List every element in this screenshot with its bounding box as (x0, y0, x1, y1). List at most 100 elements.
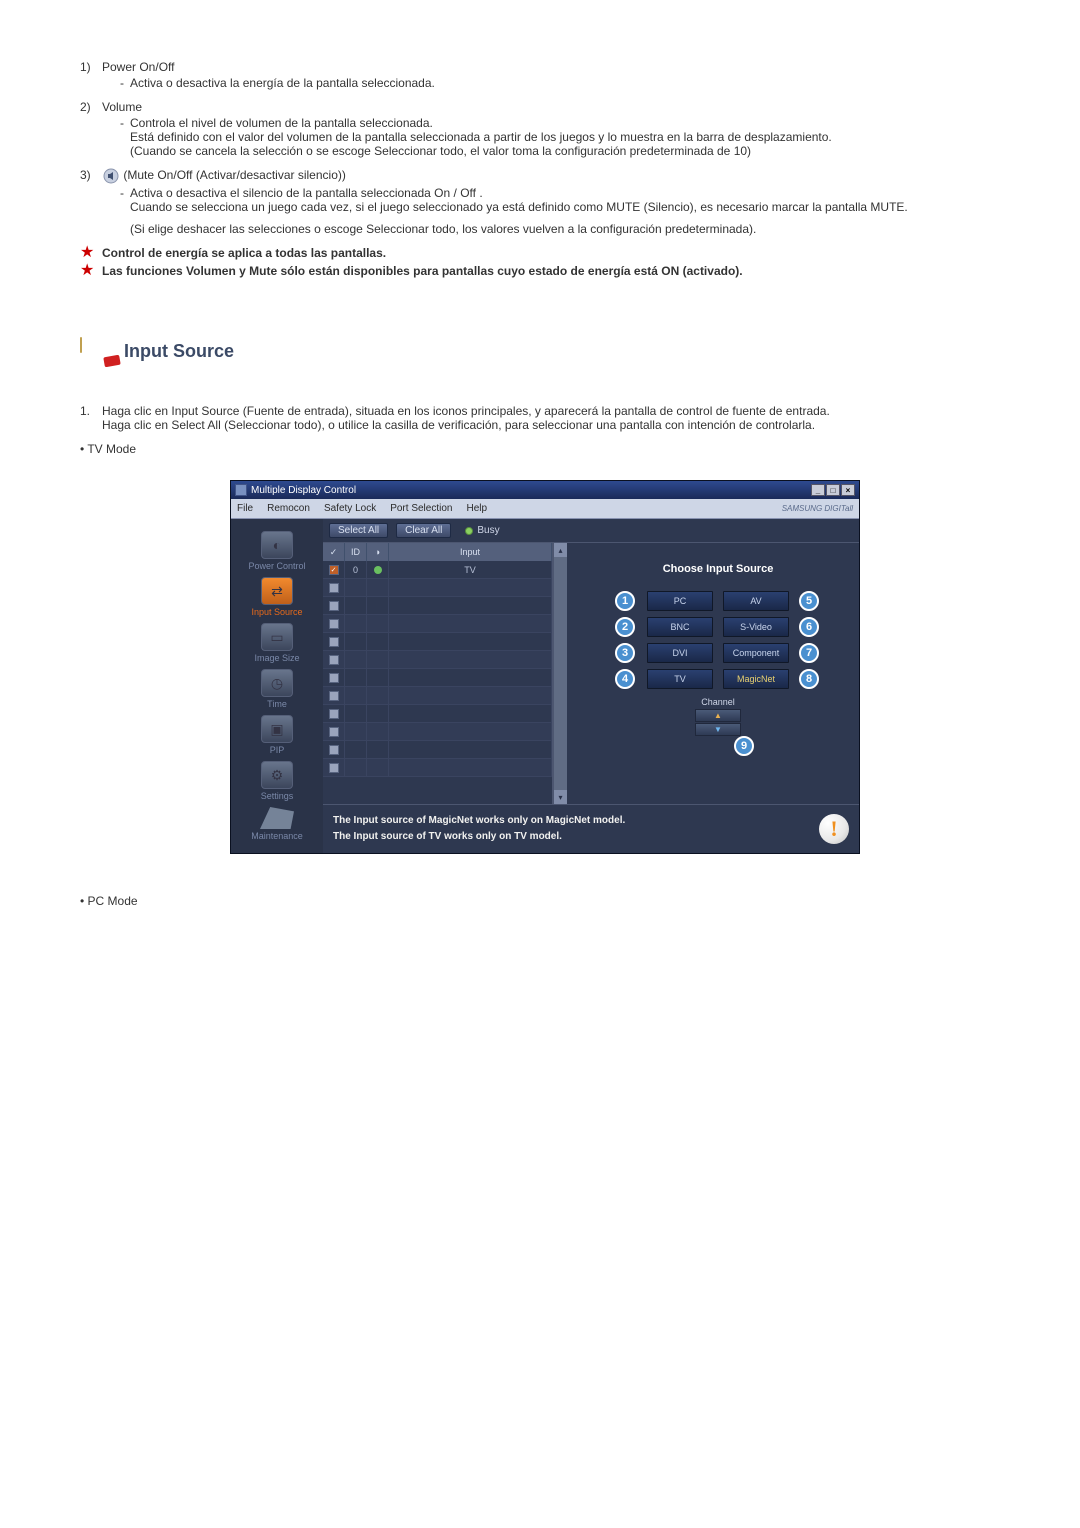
plain-1-a: Haga clic en Input Source (Fuente de ent… (102, 404, 1010, 418)
row-checkbox[interactable] (329, 691, 339, 701)
callout-2: 2 (615, 617, 635, 637)
sidebar-item-pip[interactable]: ▣PIP (231, 715, 323, 755)
item-2-line-2: Está definido con el valor del volumen d… (130, 130, 1010, 144)
sidebar-item-settings[interactable]: ⚙Settings (231, 761, 323, 801)
clear-all-button[interactable]: Clear All (396, 523, 451, 538)
callout-5: 5 (799, 591, 819, 611)
grid-row-4[interactable] (323, 633, 552, 651)
row-checkbox[interactable] (329, 601, 339, 611)
menu-safety[interactable]: Safety Lock (324, 503, 376, 514)
brand-logo: SAMSUNG DIGITall (782, 504, 853, 513)
grid-header-id: ID (345, 543, 367, 561)
input-pc-button[interactable]: PC (647, 591, 713, 611)
row-checkbox[interactable] (329, 655, 339, 665)
row-checkbox[interactable] (329, 745, 339, 755)
close-button[interactable]: × (841, 484, 855, 496)
grid-row-11[interactable] (323, 759, 552, 777)
callout-4: 4 (615, 669, 635, 689)
input-svideo-button[interactable]: S-Video (723, 617, 789, 637)
star-note-2: ★ Las funciones Volumen y Mute sólo está… (80, 264, 1010, 278)
minimize-button[interactable]: _ (811, 484, 825, 496)
row-checkbox[interactable] (329, 673, 339, 683)
numbered-list: 1) Power On/Off -Activa o desactiva la e… (80, 60, 1010, 236)
channel-up-button[interactable]: ▲ (695, 709, 741, 722)
scroll-up-icon[interactable]: ▴ (554, 543, 567, 557)
sidebar-item-input[interactable]: ⇄Input Source (231, 577, 323, 617)
display-grid: ✓ ID ◑ Input 0 TV (323, 543, 553, 804)
menu-bar: File Remocon Safety Lock Port Selection … (231, 499, 859, 519)
item-title-mute: (Mute On/Off (Activar/desactivar silenci… (123, 168, 346, 182)
star-icon: ★ (80, 264, 102, 278)
input-component-button[interactable]: Component (723, 643, 789, 663)
input-av-button[interactable]: AV (723, 591, 789, 611)
input-magicnet-button[interactable]: MagicNet (723, 669, 789, 689)
callout-1: 1 (615, 591, 635, 611)
image-size-icon: ▭ (261, 623, 293, 651)
sidebar-item-power[interactable]: ◐Power Control (231, 531, 323, 571)
maintenance-icon (260, 807, 294, 829)
select-all-button[interactable]: Select All (329, 523, 388, 538)
sidebar-item-image[interactable]: ▭Image Size (231, 623, 323, 663)
callout-3: 3 (615, 643, 635, 663)
row-checkbox[interactable] (329, 763, 339, 773)
window-titlebar[interactable]: Multiple Display Control _ □ × (231, 481, 859, 499)
sidebar-item-maintenance[interactable]: Maintenance (231, 807, 323, 841)
callout-6: 6 (799, 617, 819, 637)
menu-file[interactable]: File (237, 503, 253, 514)
row-0-checkbox[interactable] (329, 565, 339, 575)
grid-row-6[interactable] (323, 669, 552, 687)
sidebar: ◐Power Control ⇄Input Source ▭Image Size… (231, 519, 323, 853)
grid-row-5[interactable] (323, 651, 552, 669)
row-checkbox[interactable] (329, 709, 339, 719)
input-dvi-button[interactable]: DVI (647, 643, 713, 663)
row-0-id: 0 (345, 561, 367, 578)
page: 1) Power On/Off -Activa o desactiva la e… (0, 0, 1080, 978)
grid-row-1[interactable] (323, 579, 552, 597)
grid-row-10[interactable] (323, 741, 552, 759)
maximize-button[interactable]: □ (826, 484, 840, 496)
grid-row-9[interactable] (323, 723, 552, 741)
item-index-1: 1) (80, 60, 102, 90)
power-icon: ◐ (261, 531, 293, 559)
mute-icon (102, 168, 120, 184)
item-index-2: 2) (80, 100, 102, 158)
busy-indicator: Busy (465, 525, 499, 536)
sidebar-item-time[interactable]: ◷Time (231, 669, 323, 709)
callout-8: 8 (799, 669, 819, 689)
item-3-line-2: Cuando se selecciona un juego cada vez, … (130, 200, 1010, 214)
item-1-line-1: Activa o desactiva la energía de la pant… (130, 76, 1010, 90)
status-bar: The Input source of MagicNet works only … (323, 804, 859, 853)
menu-port[interactable]: Port Selection (390, 503, 452, 514)
row-checkbox[interactable] (329, 583, 339, 593)
toolbar: Select All Clear All Busy (323, 519, 859, 543)
time-icon: ◷ (261, 669, 293, 697)
input-icon: ⇄ (261, 577, 293, 605)
input-tv-button[interactable]: TV (647, 669, 713, 689)
status-line-1: The Input source of MagicNet works only … (333, 813, 809, 829)
section-icon (80, 338, 116, 364)
channel-down-button[interactable]: ▼ (695, 723, 741, 736)
busy-dot-icon (465, 527, 473, 535)
grid-row-3[interactable] (323, 615, 552, 633)
scroll-down-icon[interactable]: ▾ (554, 790, 567, 804)
row-checkbox[interactable] (329, 619, 339, 629)
grid-header-check[interactable]: ✓ (323, 543, 345, 561)
menu-remocon[interactable]: Remocon (267, 503, 310, 514)
grid-scrollbar[interactable]: ▴ ▾ (553, 543, 567, 804)
star-icon: ★ (80, 246, 102, 260)
plain-1-b: Haga clic en Select All (Seleccionar tod… (102, 418, 1010, 432)
item-3-line-1: Activa o desactiva el silencio de la pan… (130, 186, 1010, 200)
input-bnc-button[interactable]: BNC (647, 617, 713, 637)
section-heading: Input Source (80, 338, 1010, 364)
mdc-window: Multiple Display Control _ □ × File Remo… (230, 480, 860, 854)
grid-row-8[interactable] (323, 705, 552, 723)
item-index-3: 3) (80, 168, 102, 236)
grid-row-2[interactable] (323, 597, 552, 615)
titlebar-icon (235, 484, 247, 496)
row-checkbox[interactable] (329, 727, 339, 737)
grid-row-0[interactable]: 0 TV (323, 561, 552, 579)
row-checkbox[interactable] (329, 637, 339, 647)
menu-help[interactable]: Help (466, 503, 487, 514)
grid-row-7[interactable] (323, 687, 552, 705)
callout-9: 9 (734, 736, 754, 756)
